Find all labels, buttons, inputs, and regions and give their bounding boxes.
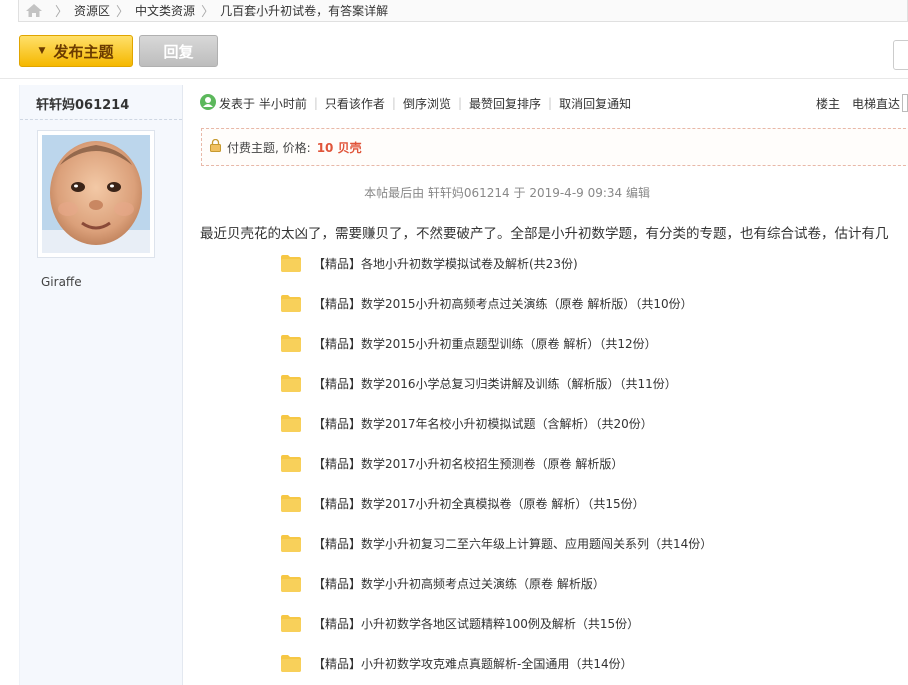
reverse-order-link[interactable]: 倒序浏览 — [403, 95, 451, 112]
paid-topic-notice: 付费主题, 价格: 10 贝壳 — [201, 128, 908, 166]
post-meta-bar: 发表于 半小时前 | 只看该作者 | 倒序浏览 | 最赞回复排序 | 取消回复通… — [200, 93, 908, 113]
post-time: 发表于 半小时前 — [219, 96, 307, 111]
floor-label: 楼主 — [815, 96, 840, 111]
divider — [0, 78, 908, 79]
reply-label: 回复 — [163, 42, 194, 61]
reply-button[interactable]: 回复 — [139, 35, 218, 67]
folder-name: 【精品】数学2015小升初高频考点过关演练（原卷 解析版）（共10份） — [313, 296, 693, 311]
folder-item[interactable]: 【精品】数学2015小升初重点题型训练（原卷 解析）（共12份） — [281, 323, 712, 363]
chevron-right-icon: 〉 — [201, 5, 215, 20]
folder-item[interactable]: 【精品】数学2015小升初高频考点过关演练（原卷 解析版）（共10份） — [281, 283, 712, 323]
separator: | — [391, 96, 396, 110]
folder-item[interactable]: 【精品】数学2017小升初名校招生预测卷（原卷 解析版） — [281, 443, 712, 483]
breadcrumb-link-chinese[interactable]: 中文类资源 — [135, 2, 195, 19]
folder-item[interactable]: 【精品】数学2017年名校小升初模拟试题（含解析）（共20份） — [281, 403, 712, 443]
cancel-notify-link[interactable]: 取消回复通知 — [559, 95, 631, 112]
folder-icon — [281, 534, 301, 552]
paid-topic-price: 10 贝壳 — [316, 140, 362, 155]
folder-icon — [281, 374, 301, 392]
post-intro-text: 最近贝壳花的太凶了，需要赚贝了，不然要破产了。全部是小升初数学题，有分类的专题，… — [200, 226, 889, 242]
best-reply-sort-link[interactable]: 最赞回复排序 — [469, 95, 541, 112]
jump-floor-label: 电梯直达 — [851, 96, 900, 111]
folder-name: 【精品】各地小升初数学模拟试卷及解析(共23份) — [313, 256, 578, 271]
folder-item[interactable]: 【精品】数学2016小学总复习归类讲解及训练（解析版）（共11份） — [281, 363, 712, 403]
edit-note: 本帖最后由 轩轩妈061214 于 2019-4-9 09:34 编辑 — [364, 186, 650, 200]
folder-icon — [281, 494, 301, 512]
online-user-icon — [200, 93, 216, 113]
post-topic-label: 发布主题 — [53, 42, 114, 61]
avatar[interactable] — [37, 130, 155, 258]
jump-floor-input[interactable] — [902, 94, 908, 112]
search-box[interactable] — [893, 40, 908, 70]
user-group: Giraffe — [41, 275, 82, 289]
caret-down-icon: ▼ — [38, 46, 46, 56]
folder-name: 【精品】数学2017小升初全真模拟卷（原卷 解析）（共15份） — [313, 496, 645, 511]
separator: | — [548, 96, 553, 110]
divider — [20, 119, 182, 120]
breadcrumb: 〉 资源区 〉 中文类资源 〉 几百套小升初试卷，有答案详解 — [18, 0, 908, 22]
folder-item[interactable]: 【精品】小升初数学各地区试题精粹100例及解析（共15份） — [281, 603, 712, 643]
folder-list: 【精品】各地小升初数学模拟试卷及解析(共23份) 【精品】数学2015小升初高频考… — [281, 243, 712, 683]
author-name[interactable]: 轩轩妈061214 — [36, 94, 129, 113]
separator: | — [313, 96, 318, 110]
paid-topic-label: 付费主题, 价格: — [227, 140, 311, 155]
folder-icon — [281, 414, 301, 432]
folder-name: 【精品】小升初数学攻克难点真题解析-全国通用（共14份） — [313, 656, 633, 671]
separator: | — [457, 96, 462, 110]
post-meta-right: 楼主 电梯直达 — [804, 94, 908, 112]
home-icon[interactable] — [19, 4, 49, 17]
chevron-right-icon: 〉 — [55, 5, 69, 20]
folder-item[interactable]: 【精品】数学小升初复习二至六年级上计算题、应用题闯关系列（共14份） — [281, 523, 712, 563]
folder-name: 【精品】数学小升初复习二至六年级上计算题、应用题闯关系列（共14份） — [313, 536, 713, 551]
folder-name: 【精品】小升初数学各地区试题精粹100例及解析（共15份） — [313, 616, 640, 631]
folder-icon — [281, 454, 301, 472]
lock-icon — [210, 138, 221, 155]
folder-name: 【精品】数学2017年名校小升初模拟试题（含解析）（共20份） — [313, 416, 653, 431]
folder-icon — [281, 254, 301, 272]
breadcrumb-current[interactable]: 几百套小升初试卷，有答案详解 — [220, 2, 388, 19]
folder-name: 【精品】数学小升初高频考点过关演练（原卷 解析版） — [313, 576, 605, 591]
folder-icon — [281, 654, 301, 672]
folder-name: 【精品】数学2016小学总复习归类讲解及训练（解析版）（共11份） — [313, 376, 677, 391]
folder-icon — [281, 614, 301, 632]
folder-item[interactable]: 【精品】小升初数学攻克难点真题解析-全国通用（共14份） — [281, 643, 712, 683]
folder-icon — [281, 294, 301, 312]
post-topic-button[interactable]: ▼ 发布主题 — [19, 35, 133, 67]
folder-icon — [281, 334, 301, 352]
folder-name: 【精品】数学2017小升初名校招生预测卷（原卷 解析版） — [313, 456, 624, 471]
breadcrumb-link-resource[interactable]: 资源区 — [74, 2, 110, 19]
folder-item[interactable]: 【精品】各地小升初数学模拟试卷及解析(共23份) — [281, 243, 712, 283]
only-author-link[interactable]: 只看该作者 — [325, 95, 385, 112]
folder-item[interactable]: 【精品】数学2017小升初全真模拟卷（原卷 解析）（共15份） — [281, 483, 712, 523]
chevron-right-icon: 〉 — [116, 5, 130, 20]
folder-name: 【精品】数学2015小升初重点题型训练（原卷 解析）（共12份） — [313, 336, 657, 351]
folder-icon — [281, 574, 301, 592]
folder-item[interactable]: 【精品】数学小升初高频考点过关演练（原卷 解析版） — [281, 563, 712, 603]
author-sidebar: 轩轩妈061214 Giraffe — [19, 85, 183, 685]
